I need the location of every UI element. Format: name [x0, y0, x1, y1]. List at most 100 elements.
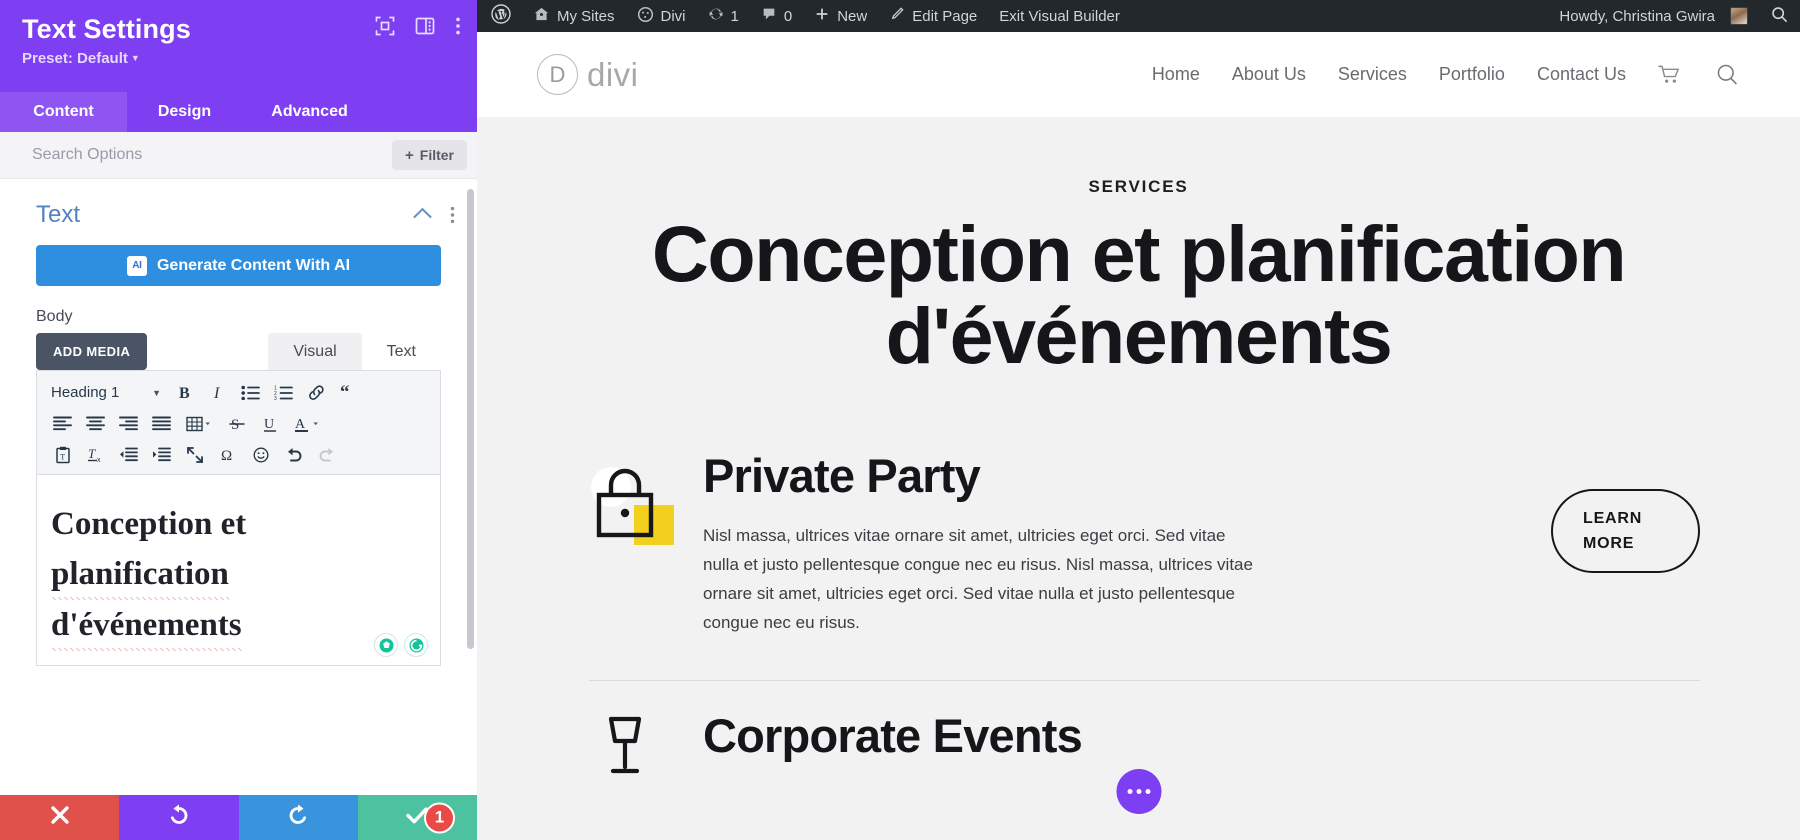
nav-item-contact-us[interactable]: Contact Us: [1537, 64, 1626, 85]
editor-line-1: Conception et: [51, 506, 247, 542]
bold-icon[interactable]: B: [169, 378, 200, 407]
section-eyebrow: SERVICES: [1088, 177, 1189, 196]
paragraph-format-select[interactable]: Heading 1 ▼: [47, 384, 167, 401]
redo-icon[interactable]: [311, 440, 342, 469]
admin-bar-search-button[interactable]: [1759, 0, 1800, 32]
svg-text:T: T: [88, 446, 96, 461]
svg-text:U: U: [264, 417, 274, 432]
service-row-private-party: Private Party Nisl massa, ultrices vitae…: [477, 451, 1800, 637]
link-icon[interactable]: [301, 378, 332, 407]
plus-icon: [814, 6, 830, 26]
admin-bar-item-updates[interactable]: 1: [697, 0, 750, 32]
bulleted-list-icon[interactable]: [235, 378, 266, 407]
service-body: Nisl massa, ultrices vitae ornare sit am…: [703, 525, 1253, 633]
dot: [1136, 789, 1141, 794]
blockquote-icon[interactable]: “: [334, 378, 365, 407]
chevron-up-icon[interactable]: [413, 206, 432, 224]
section-more-vertical-icon[interactable]: [450, 206, 455, 224]
admin-bar-label: 0: [783, 7, 793, 25]
admin-bar-item-edit-page[interactable]: Edit Page: [878, 0, 988, 32]
nav-item-about-us[interactable]: About Us: [1232, 64, 1306, 85]
toolbar-row-3: T Tx Ω: [41, 439, 436, 470]
grammarly-premium-badge[interactable]: [374, 633, 398, 657]
service-text-block: Corporate Events: [697, 710, 1700, 760]
undo-button[interactable]: [119, 795, 239, 840]
table-icon[interactable]: [179, 409, 219, 438]
panel-body: Text AI Generate Content With AI Body AD…: [0, 179, 477, 840]
drink-glass-icon: [585, 715, 697, 811]
editor-content-area[interactable]: Conception et planification d'événements: [37, 475, 440, 665]
save-button[interactable]: 1: [357, 795, 477, 840]
nav-item-portfolio[interactable]: Portfolio: [1439, 64, 1505, 85]
add-media-button[interactable]: ADD MEDIA: [36, 333, 148, 370]
editor-tab-text[interactable]: Text: [361, 333, 441, 370]
fullscreen-icon[interactable]: [179, 440, 210, 469]
panel-tabs: Content Design Advanced: [0, 92, 477, 132]
panel-scrollbar[interactable]: [467, 189, 474, 649]
text-color-icon[interactable]: A: [287, 409, 327, 438]
align-justify-icon[interactable]: [146, 409, 177, 438]
updates-refresh-icon: [708, 6, 724, 26]
nav-item-services[interactable]: Services: [1338, 64, 1407, 85]
editor-tab-visual[interactable]: Visual: [268, 333, 362, 370]
filter-button[interactable]: + Filter: [392, 140, 467, 170]
more-vertical-icon[interactable]: [455, 16, 461, 36]
service-text-block: Private Party Nisl massa, ultrices vitae…: [697, 451, 1515, 637]
special-character-icon[interactable]: Ω: [212, 440, 243, 469]
toolbar-row-2: S U A: [41, 408, 436, 439]
ai-icon: AI: [126, 255, 147, 276]
admin-bar-howdy[interactable]: Howdy, Christina Gwira: [1545, 0, 1759, 32]
cancel-button[interactable]: [0, 795, 120, 840]
shopping-cart-icon[interactable]: [1658, 64, 1683, 86]
admin-bar-label: Exit Visual Builder: [999, 7, 1120, 25]
unsaved-changes-badge: 1: [424, 802, 455, 833]
toolbar-row-1: Heading 1 ▼ B I 123 “: [41, 377, 436, 408]
tab-advanced[interactable]: Advanced: [242, 92, 377, 132]
admin-bar-item-divi[interactable]: Divi: [626, 0, 697, 32]
pencil-icon: [889, 6, 905, 26]
svg-text:T: T: [60, 452, 65, 461]
italic-icon[interactable]: I: [202, 378, 233, 407]
nav-item-home[interactable]: Home: [1152, 64, 1200, 85]
clear-formatting-icon[interactable]: Tx: [80, 440, 111, 469]
admin-bar-item-comments[interactable]: 0: [750, 0, 803, 32]
grammarly-check-badge[interactable]: [404, 633, 428, 657]
svg-text:S: S: [231, 417, 239, 433]
visual-builder-screen: My Sites Divi 1 0 New Edit Page Exit Vis…: [0, 0, 1800, 840]
howdy-label: Howdy, Christina Gwira: [1559, 7, 1715, 25]
layout-columns-icon[interactable]: [415, 16, 435, 36]
learn-more-button[interactable]: LEARN MORE: [1551, 489, 1700, 574]
paste-as-text-icon[interactable]: T: [47, 440, 78, 469]
grammarly-badges: [374, 633, 428, 657]
undo-icon[interactable]: [278, 440, 309, 469]
wordpress-logo-icon: [491, 4, 511, 28]
panel-preset-label: Preset: Default: [22, 50, 128, 68]
admin-bar-item-exit-visual-builder[interactable]: Exit Visual Builder: [988, 0, 1131, 32]
underline-icon[interactable]: U: [254, 409, 285, 438]
admin-bar-item-new[interactable]: New: [803, 0, 878, 32]
admin-bar-item-my-sites[interactable]: My Sites: [522, 0, 626, 32]
focus-icon[interactable]: [375, 16, 395, 36]
emoji-icon[interactable]: [245, 440, 276, 469]
align-left-icon[interactable]: [47, 409, 78, 438]
tab-content[interactable]: Content: [0, 92, 127, 132]
align-center-icon[interactable]: [80, 409, 111, 438]
strikethrough-icon[interactable]: S: [221, 409, 252, 438]
section-divider: [589, 679, 1700, 681]
search-input[interactable]: [32, 146, 392, 164]
outdent-icon[interactable]: [113, 440, 144, 469]
svg-text:Ω: Ω: [221, 448, 232, 464]
editor-line-2: planification: [51, 549, 229, 601]
add-module-fab[interactable]: [1116, 769, 1161, 814]
indent-icon[interactable]: [146, 440, 177, 469]
align-right-icon[interactable]: [113, 409, 144, 438]
admin-bar-wordpress-logo[interactable]: [477, 0, 522, 32]
panel-preset-selector[interactable]: Preset: Default ▼: [22, 50, 455, 67]
redo-button[interactable]: [238, 795, 358, 840]
tab-design[interactable]: Design: [127, 92, 242, 132]
numbered-list-icon[interactable]: 123: [268, 378, 299, 407]
generate-content-with-ai-button[interactable]: AI Generate Content With AI: [36, 245, 441, 286]
site-logo[interactable]: D divi: [537, 54, 639, 95]
svg-text:I: I: [213, 385, 220, 402]
search-icon[interactable]: [1715, 62, 1740, 87]
